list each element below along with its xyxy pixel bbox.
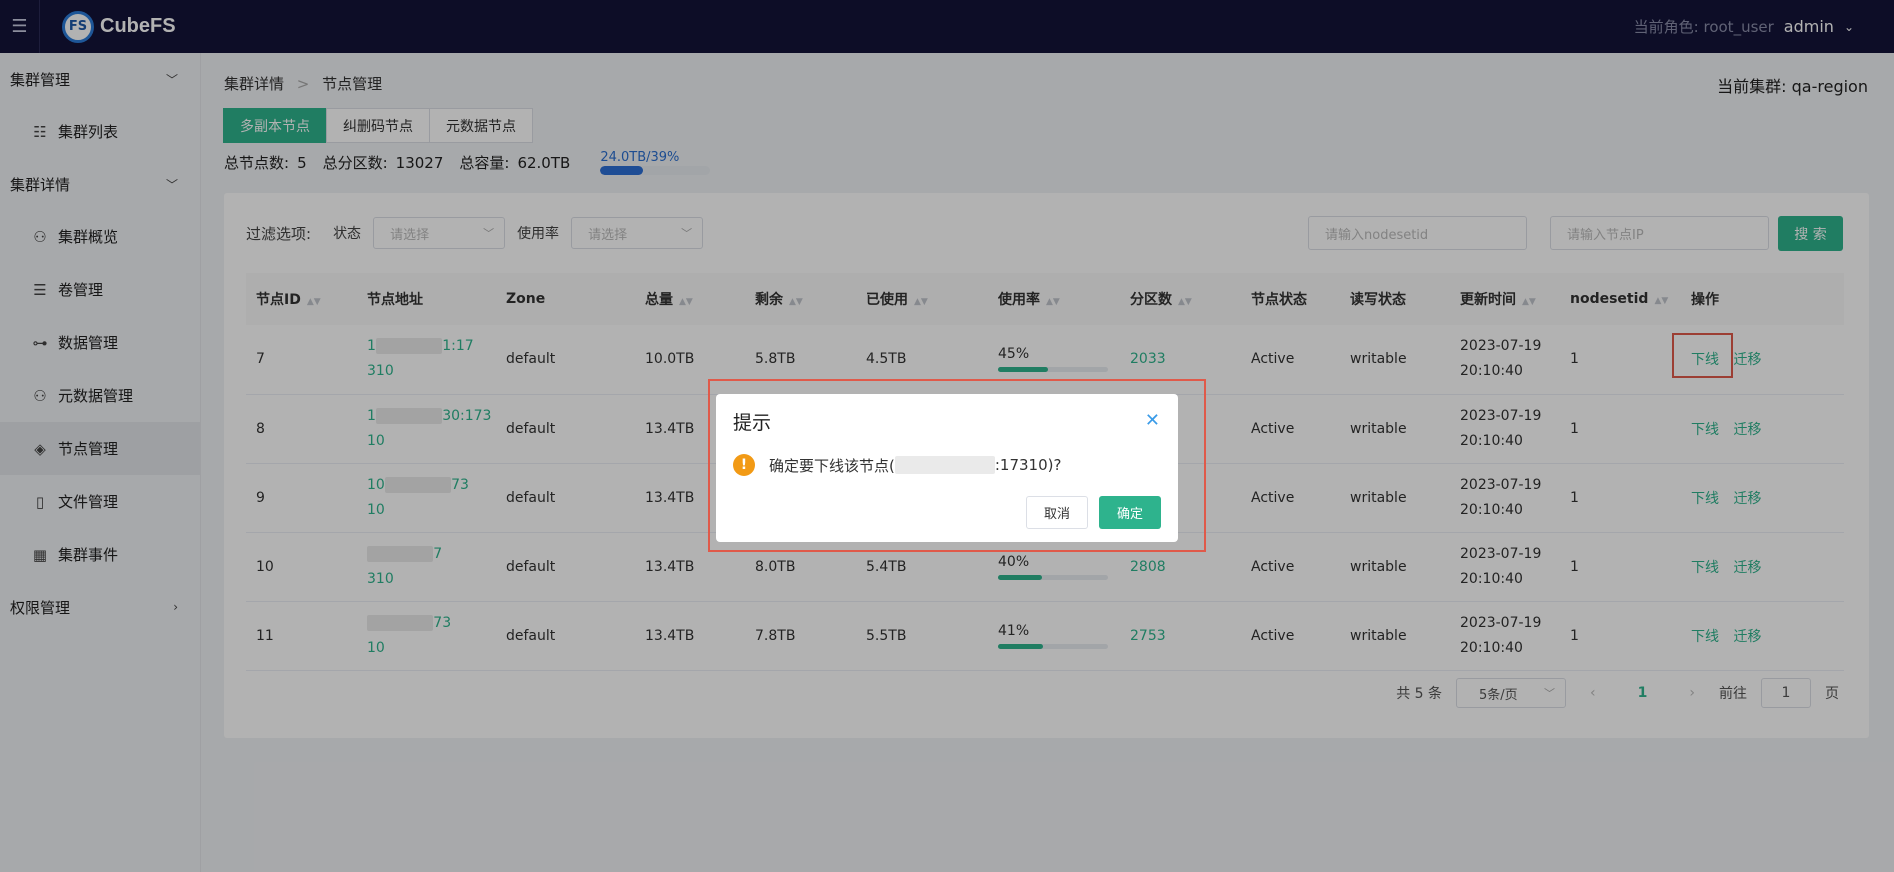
redacted-ip: [894, 456, 995, 474]
dialog-message: ! 确定要下线该节点( :17310)?: [733, 454, 1061, 476]
dialog-message-prefix: 确定要下线该节点(: [769, 456, 895, 475]
dialog-message-suffix: :17310)?: [994, 456, 1062, 474]
warning-icon: !: [733, 454, 755, 476]
confirm-button[interactable]: 确定: [1099, 496, 1161, 529]
cancel-button[interactable]: 取消: [1026, 496, 1088, 529]
confirm-dialog: 提示 ✕ ! 确定要下线该节点( :17310)? 取消 确定: [716, 394, 1178, 542]
dialog-title: 提示: [733, 412, 772, 434]
close-icon[interactable]: ✕: [1145, 410, 1160, 431]
